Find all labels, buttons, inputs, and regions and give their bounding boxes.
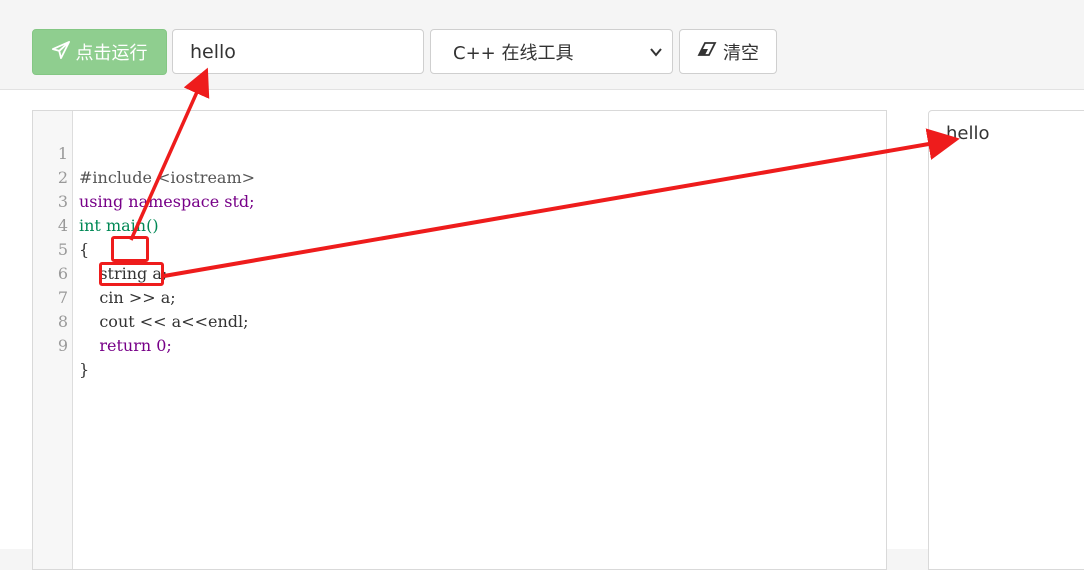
annotation-box-cin	[111, 236, 149, 262]
clear-button[interactable]: 清空	[679, 29, 777, 74]
language-select-value: C++ 在线工具	[453, 42, 574, 64]
code-line: 1 #include <iostream>	[57, 144, 256, 187]
code-line: 6 cin >> a;	[57, 264, 176, 307]
clear-button-label: 清空	[723, 42, 759, 64]
code-line: 5 string a;	[57, 240, 168, 283]
chevron-down-icon	[649, 43, 663, 57]
code-line: 2 using namespace std;	[57, 168, 255, 211]
run-button-label: 点击运行	[75, 43, 148, 64]
output-panel: hello	[928, 110, 1084, 570]
output-text: hello	[946, 123, 990, 144]
code-line: 3 int main()	[57, 192, 159, 235]
language-select[interactable]: C++ 在线工具	[430, 29, 673, 74]
toolbar: 点击运行 C++ 在线工具 清空	[0, 0, 1084, 90]
code-line: 8 return 0;	[57, 312, 172, 355]
code-editor[interactable]: 1 #include <iostream> 2 using namespace …	[32, 110, 887, 570]
code-line: 4 {	[57, 216, 90, 259]
stdin-input[interactable]	[172, 29, 424, 74]
paper-plane-icon	[51, 40, 70, 64]
annotation-box-cout	[99, 262, 164, 286]
run-button[interactable]: 点击运行	[32, 29, 167, 75]
code-line: 9 }	[57, 336, 90, 379]
eraser-icon	[697, 41, 717, 62]
